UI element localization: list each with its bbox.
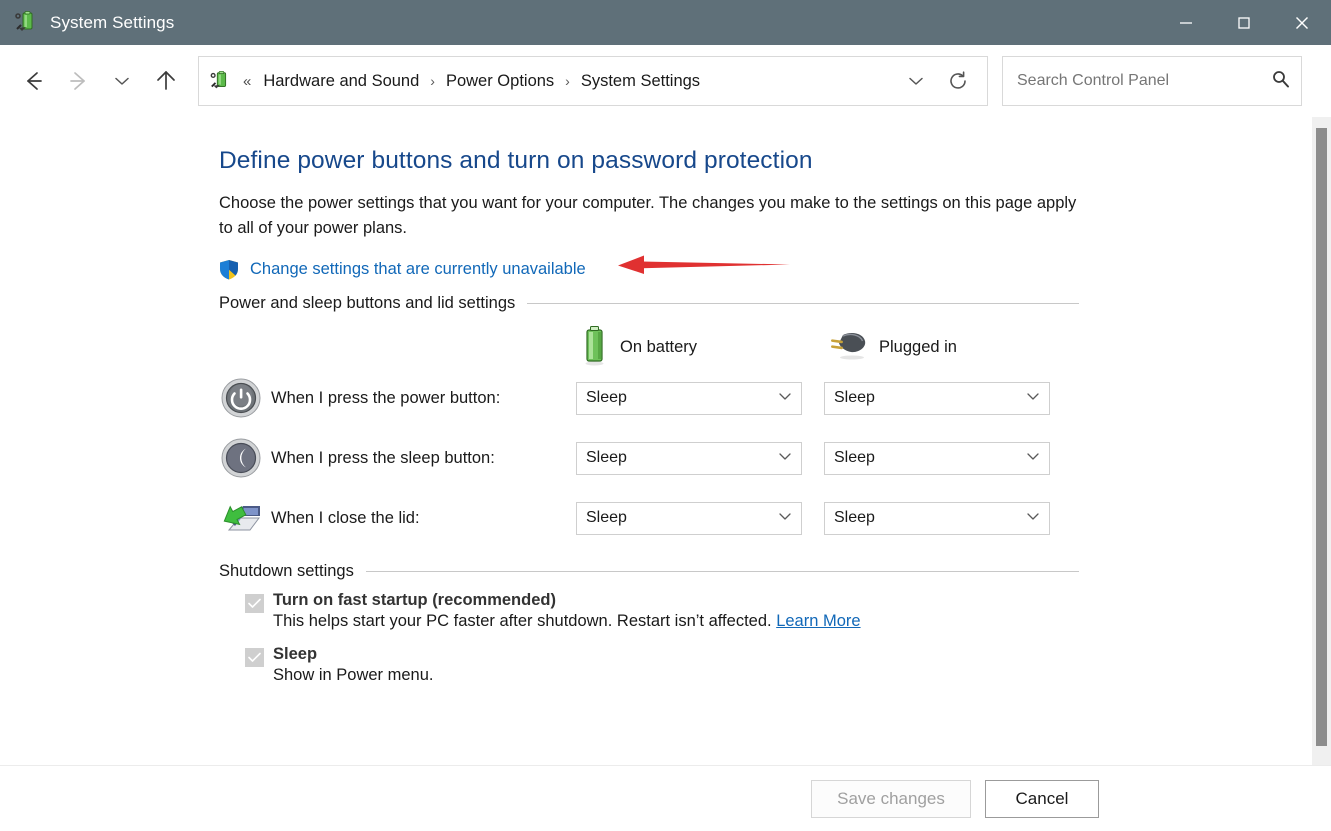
title-bar: System Settings	[0, 0, 1331, 45]
column-header-on-battery: On battery	[576, 323, 825, 372]
window-controls	[1157, 0, 1331, 45]
content-area: Define power buttons and turn on passwor…	[0, 117, 1331, 765]
back-arrow-icon[interactable]	[12, 59, 56, 103]
column-label-plugged-in: Plugged in	[879, 338, 957, 357]
checkbox-description-fast-startup: This helps start your PC faster after sh…	[273, 612, 861, 631]
uac-link-row[interactable]: Change settings that are currently unava…	[219, 259, 1331, 280]
dropdown-power-button-plugged-in[interactable]: Sleep	[824, 382, 1050, 415]
section-label: Power and sleep buttons and lid settings	[219, 294, 515, 313]
sleep-button-icon	[219, 436, 263, 480]
breadcrumb-item-power-options[interactable]: Power Options	[442, 70, 558, 93]
address-bar-tools	[895, 61, 979, 101]
cancel-button[interactable]: Cancel	[985, 780, 1099, 818]
setting-label-sleep-button: When I press the sleep button:	[271, 449, 576, 468]
title-bar-left: System Settings	[0, 10, 174, 36]
chevron-down-icon[interactable]	[895, 61, 937, 101]
dropdown-value: Sleep	[586, 389, 777, 407]
breadcrumb-item-system-settings[interactable]: System Settings	[577, 70, 704, 93]
maximize-icon[interactable]	[1215, 0, 1273, 45]
close-icon[interactable]	[1273, 0, 1331, 45]
setting-row-power-button: When I press the power button: Sleep Sle…	[219, 376, 1331, 420]
column-header-plugged-in: Plugged in	[825, 323, 957, 372]
battery-plug-icon	[14, 10, 40, 36]
setting-row-close-lid: When I close the lid: Sleep Sleep	[219, 496, 1331, 540]
dropdown-value: Sleep	[586, 509, 777, 527]
address-bar[interactable]: « Hardware and Sound › Power Options › S…	[198, 56, 988, 106]
power-plug-icon	[825, 327, 869, 368]
dropdown-value: Sleep	[834, 509, 1025, 527]
chevron-down-icon	[1025, 448, 1041, 469]
checkbox-body-sleep: Sleep Show in Power menu.	[273, 645, 434, 685]
dropdown-power-button-on-battery[interactable]: Sleep	[576, 382, 802, 415]
window-title: System Settings	[50, 13, 174, 33]
chevron-down-icon	[1025, 388, 1041, 409]
checkbox-sleep[interactable]	[245, 648, 264, 667]
battery-icon	[576, 323, 610, 372]
dropdown-close-lid-on-battery[interactable]: Sleep	[576, 502, 802, 535]
forward-arrow-icon[interactable]	[56, 59, 100, 103]
setting-label-close-lid: When I close the lid:	[271, 509, 576, 528]
setting-label-power-button: When I press the power button:	[271, 389, 576, 408]
dropdown-value: Sleep	[834, 449, 1025, 467]
description-text: This helps start your PC faster after sh…	[273, 612, 772, 630]
power-button-icon	[219, 376, 263, 420]
checkbox-row-fast-startup[interactable]: Turn on fast startup (recommended) This …	[245, 591, 1331, 631]
checkbox-fast-startup[interactable]	[245, 594, 264, 613]
checkbox-label-sleep: Sleep	[273, 645, 434, 664]
page-intro: Choose the power settings that you want …	[219, 191, 1081, 241]
checkbox-body-fast-startup: Turn on fast startup (recommended) This …	[273, 591, 861, 631]
checkbox-description-sleep: Show in Power menu.	[273, 666, 434, 685]
section-label: Shutdown settings	[219, 562, 354, 581]
section-divider	[366, 571, 1079, 572]
chevron-down-icon	[1025, 508, 1041, 529]
up-arrow-icon[interactable]	[144, 59, 188, 103]
dropdown-sleep-button-plugged-in[interactable]: Sleep	[824, 442, 1050, 475]
power-options-icon	[209, 69, 233, 93]
breadcrumb-separator: ›	[430, 73, 435, 89]
change-settings-link[interactable]: Change settings that are currently unava…	[250, 260, 586, 279]
scrollbar-thumb[interactable]	[1316, 128, 1327, 746]
chevron-down-icon	[777, 388, 793, 409]
recent-locations-chevron-icon[interactable]	[100, 59, 144, 103]
learn-more-link[interactable]: Learn More	[776, 612, 860, 630]
breadcrumb-overflow[interactable]: «	[243, 73, 251, 90]
footer-bar: Save changes Cancel	[0, 765, 1331, 831]
save-changes-button[interactable]: Save changes	[811, 780, 971, 818]
dropdown-close-lid-plugged-in[interactable]: Sleep	[824, 502, 1050, 535]
vertical-scrollbar[interactable]	[1312, 117, 1331, 765]
breadcrumb-separator: ›	[565, 73, 570, 89]
minimize-icon[interactable]	[1157, 0, 1215, 45]
navigation-bar: « Hardware and Sound › Power Options › S…	[0, 45, 1331, 117]
dropdown-sleep-button-on-battery[interactable]: Sleep	[576, 442, 802, 475]
column-label-on-battery: On battery	[620, 338, 697, 357]
search-box[interactable]	[1002, 56, 1302, 106]
checkbox-row-sleep[interactable]: Sleep Show in Power menu.	[245, 645, 1331, 685]
refresh-icon[interactable]	[937, 61, 979, 101]
close-lid-icon	[219, 496, 263, 540]
section-header-shutdown: Shutdown settings	[219, 562, 1079, 581]
dropdown-value: Sleep	[586, 449, 777, 467]
setting-row-sleep-button: When I press the sleep button: Sleep Sle…	[219, 436, 1331, 480]
chevron-down-icon	[777, 508, 793, 529]
section-divider	[527, 303, 1079, 304]
uac-shield-icon	[219, 259, 239, 280]
section-header-power-buttons: Power and sleep buttons and lid settings	[219, 294, 1079, 313]
chevron-down-icon	[777, 448, 793, 469]
breadcrumb-item-hardware-and-sound[interactable]: Hardware and Sound	[259, 70, 423, 93]
checkbox-label-fast-startup: Turn on fast startup (recommended)	[273, 591, 861, 610]
search-icon[interactable]	[1271, 69, 1291, 94]
dropdown-value: Sleep	[834, 389, 1025, 407]
search-input[interactable]	[1015, 71, 1271, 91]
content-inner: Define power buttons and turn on passwor…	[0, 117, 1331, 685]
page-title: Define power buttons and turn on passwor…	[219, 147, 1331, 175]
column-headers: On battery Plugged in	[219, 323, 1331, 372]
